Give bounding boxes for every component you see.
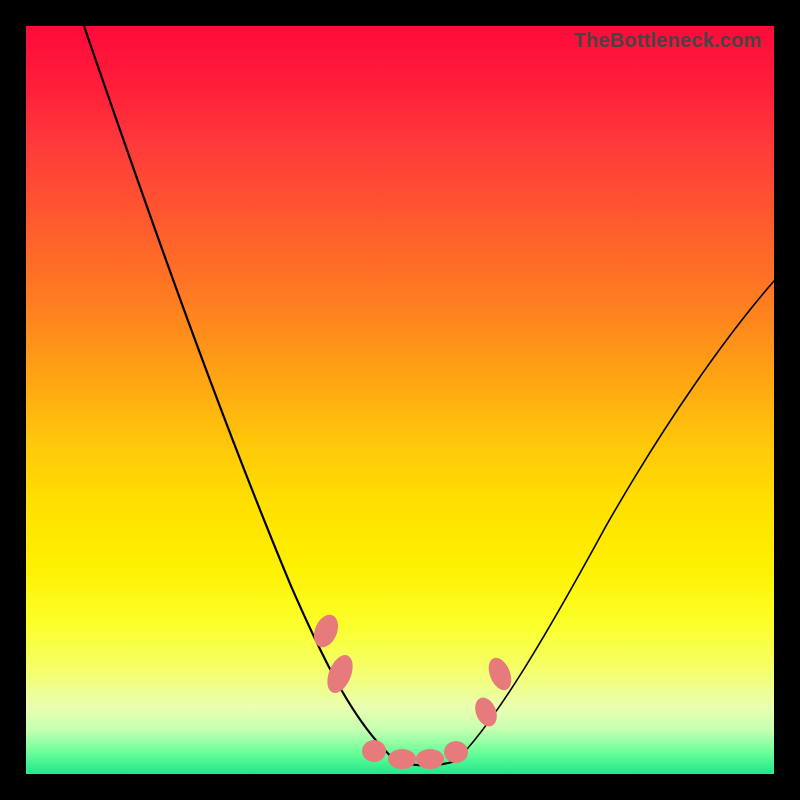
marker-left-cluster-lower bbox=[322, 651, 357, 696]
marker-valley-flat-3 bbox=[416, 749, 444, 769]
marker-valley-flat-1 bbox=[362, 740, 386, 762]
marker-right-cluster-upper bbox=[484, 654, 515, 693]
marker-valley-flat-4 bbox=[444, 741, 468, 763]
curve-left-branch bbox=[84, 26, 396, 761]
marker-valley-flat-2 bbox=[388, 749, 416, 769]
marker-left-cluster-upper bbox=[309, 611, 342, 651]
plot-area: TheBottleneck.com bbox=[26, 26, 774, 774]
chart-overlay bbox=[26, 26, 774, 774]
chart-frame: TheBottleneck.com bbox=[0, 0, 800, 800]
